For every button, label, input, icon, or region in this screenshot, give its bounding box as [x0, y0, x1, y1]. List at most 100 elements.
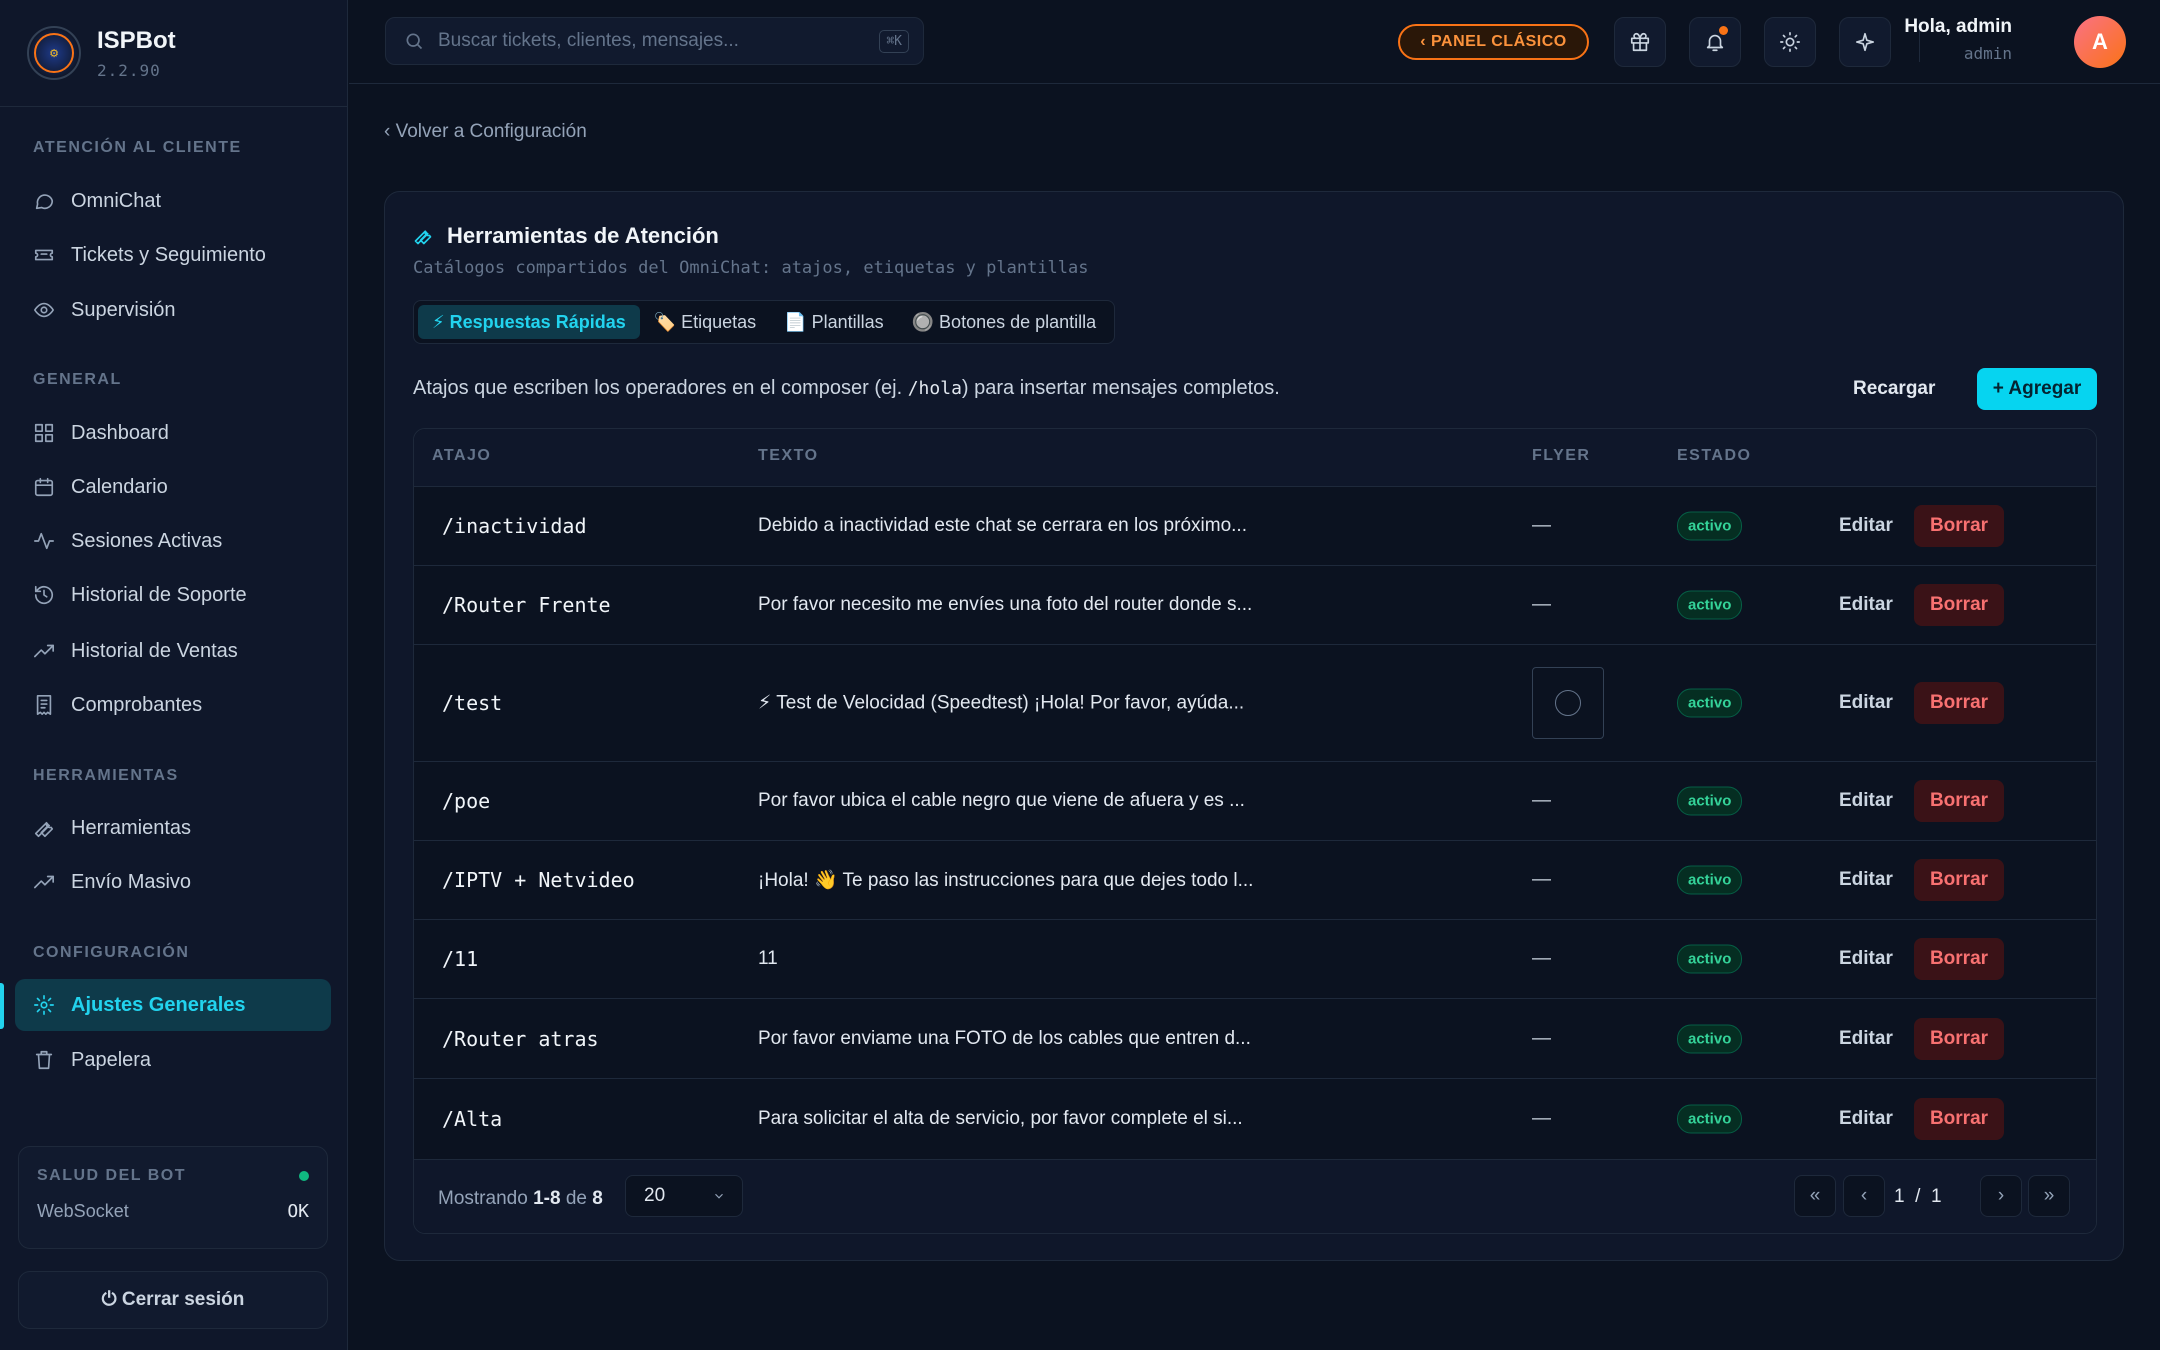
pagination: Mostrando 1-8 de 8 20 « ‹ 1 / 1 › » — [414, 1160, 2096, 1233]
bot-health-panel: SALUD DEL BOT WebSocket OK — [18, 1146, 328, 1249]
trending-icon — [34, 875, 54, 889]
sidebar-item-calendario[interactable]: Calendario — [15, 461, 331, 513]
sidebar-item-historial-ventas[interactable]: Historial de Ventas — [15, 625, 331, 677]
table-header: ATAJO TEXTO FLYER ESTADO — [414, 429, 2096, 487]
page-size-select[interactable]: 20 — [625, 1175, 743, 1217]
row-text: Debido a inactividad este chat se cerrar… — [758, 515, 1247, 536]
sidebar-item-label: Sesiones Activas — [71, 529, 223, 552]
tab-respuestas-rapidas[interactable]: ⚡ Respuestas Rápidas — [418, 305, 640, 339]
page-subtitle: Catálogos compartidos del OmniChat: ataj… — [413, 258, 1089, 278]
sidebar-item-envio-masivo[interactable]: Envío Masivo — [15, 856, 331, 908]
delete-button[interactable]: Borrar — [1914, 780, 2004, 822]
row-shortcut: /11 — [442, 947, 479, 971]
gear-icon — [34, 995, 54, 1015]
edit-button[interactable]: Editar — [1839, 515, 1893, 537]
user-greeting: Hola, admin — [1904, 16, 2012, 37]
delete-button[interactable]: Borrar — [1914, 1017, 2004, 1060]
gift-button[interactable] — [1614, 17, 1666, 67]
edit-button[interactable]: Editar — [1839, 594, 1893, 616]
ticket-icon — [34, 249, 54, 261]
sidebar-item-historial-soporte[interactable]: Historial de Soporte — [15, 569, 331, 621]
status-badge: activo — [1677, 1104, 1743, 1134]
table-row: /test ⚡ Test de Velocidad (Speedtest) ¡H… — [414, 645, 2096, 762]
search-input[interactable]: Buscar tickets, clientes, mensajes... ⌘K — [385, 17, 924, 65]
first-page-button[interactable]: « — [1794, 1175, 1836, 1217]
sidebar-item-papelera[interactable]: Papelera — [15, 1034, 331, 1086]
brand-version: 2.2.90 — [97, 60, 161, 80]
tab-plantillas[interactable]: 📄 Plantillas — [770, 305, 897, 339]
user-info[interactable]: Hola, admin admin — [1904, 16, 2012, 63]
sidebar-item-label: Dashboard — [71, 421, 169, 444]
row-shortcut: /Router Frente — [442, 593, 611, 617]
tab-bar: ⚡ Respuestas Rápidas 🏷️ Etiquetas 📄 Plan… — [413, 300, 1116, 344]
notifications-button[interactable] — [1689, 17, 1741, 67]
sidebar-item-omnichat[interactable]: OmniChat — [15, 175, 331, 227]
edit-button[interactable]: Editar — [1839, 869, 1893, 891]
sidebar-item-label: Supervisión — [71, 298, 176, 321]
edit-button[interactable]: Editar — [1839, 1028, 1893, 1050]
delete-button[interactable]: Borrar — [1914, 584, 2004, 626]
classic-panel-button[interactable]: ‹ PANEL CLÁSICO — [1398, 24, 1589, 60]
sidebar-item-comprobantes[interactable]: Comprobantes — [15, 679, 331, 731]
health-value: OK — [287, 1201, 309, 1222]
description-code: /hola — [907, 378, 962, 399]
sidebar-item-ajustes-generales[interactable]: Ajustes Generales — [15, 979, 331, 1031]
flyer-thumbnail[interactable] — [1532, 667, 1604, 739]
showing-total: 8 — [592, 1188, 603, 1209]
ai-assistant-button[interactable] — [1839, 17, 1891, 67]
showing-range: 1-8 — [533, 1188, 561, 1209]
sidebar-item-dashboard[interactable]: Dashboard — [15, 407, 331, 459]
delete-button[interactable]: Borrar — [1914, 505, 2004, 547]
edit-button[interactable]: Editar — [1839, 692, 1893, 714]
section-description: Atajos que escriben los operadores en el… — [413, 377, 1280, 400]
theme-toggle-button[interactable] — [1764, 17, 1816, 67]
delete-button[interactable]: Borrar — [1914, 938, 2004, 980]
next-page-button[interactable]: › — [1980, 1175, 2022, 1217]
status-badge: activo — [1677, 1024, 1743, 1053]
delete-button[interactable]: Borrar — [1914, 859, 2004, 901]
page-size-value: 20 — [644, 1185, 666, 1206]
last-page-button[interactable]: » — [2028, 1175, 2070, 1217]
search-placeholder: Buscar tickets, clientes, mensajes... — [438, 30, 739, 51]
sidebar-item-label: Historial de Soporte — [71, 583, 247, 606]
row-text: Por favor ubica el cable negro que viene… — [758, 790, 1245, 811]
row-flyer: — — [1532, 869, 1551, 890]
back-link[interactable]: ‹ Volver a Configuración — [384, 121, 587, 143]
status-badge: activo — [1677, 688, 1743, 718]
sidebar-item-sesiones[interactable]: Sesiones Activas — [15, 515, 331, 567]
page-indicator: 1 / 1 — [1894, 1186, 1942, 1207]
edit-button[interactable]: Editar — [1839, 790, 1893, 812]
row-text: Para solicitar el alta de servicio, por … — [758, 1108, 1243, 1129]
prev-page-button[interactable]: ‹ — [1843, 1175, 1885, 1217]
row-text: 11 — [758, 948, 778, 969]
avatar[interactable]: A — [2074, 16, 2126, 68]
health-title: SALUD DEL BOT — [37, 1167, 186, 1184]
brand-logo[interactable]: ⚙ — [27, 26, 81, 80]
reload-button[interactable]: Recargar — [1853, 378, 1935, 400]
gift-icon — [1630, 32, 1650, 52]
sidebar-item-herramientas[interactable]: Herramientas — [15, 802, 331, 854]
row-flyer: — — [1532, 515, 1551, 536]
notification-dot — [1719, 26, 1728, 35]
flyer-image-icon — [1555, 690, 1581, 716]
edit-button[interactable]: Editar — [1839, 1108, 1893, 1130]
row-text: ¡Hola! 👋 Te paso las instrucciones para … — [758, 870, 1254, 891]
sidebar-item-supervision[interactable]: Supervisión — [15, 284, 331, 336]
tab-etiquetas[interactable]: 🏷️ Etiquetas — [640, 305, 770, 339]
add-button[interactable]: + Agregar — [1977, 368, 2097, 410]
brand-name: ISPBot — [97, 26, 176, 54]
edit-button[interactable]: Editar — [1839, 948, 1893, 970]
health-label: WebSocket — [37, 1201, 129, 1221]
section-configuracion: CONFIGURACIÓN — [33, 944, 190, 961]
delete-button[interactable]: Borrar — [1914, 1098, 2004, 1140]
showing-of: de — [565, 1188, 587, 1209]
logout-button[interactable]: ⏻ Cerrar sesión — [18, 1271, 328, 1329]
status-dot-icon — [299, 1171, 309, 1181]
delete-button[interactable]: Borrar — [1914, 682, 2004, 724]
sparkle-icon — [1855, 32, 1875, 52]
receipt-icon — [36, 695, 52, 715]
status-badge: activo — [1677, 944, 1743, 974]
sidebar-item-tickets[interactable]: Tickets y Seguimiento — [15, 229, 331, 281]
sidebar-item-label: Historial de Ventas — [71, 639, 238, 662]
tab-botones-plantilla[interactable]: 🔘 Botones de plantilla — [898, 305, 1111, 339]
